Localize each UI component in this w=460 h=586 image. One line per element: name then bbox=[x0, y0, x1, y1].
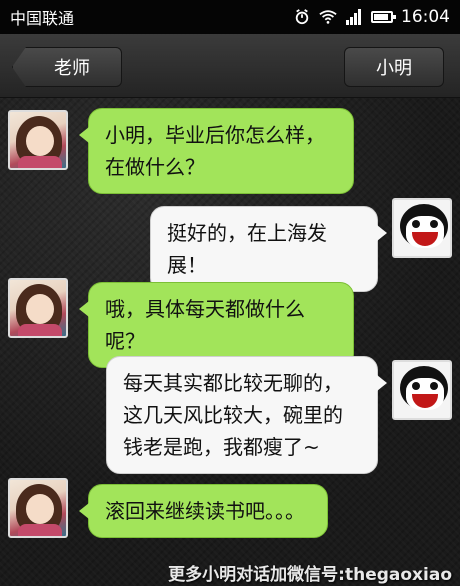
message-line: 每天其实都比较无聊的， bbox=[123, 371, 343, 395]
alarm-clock-icon bbox=[295, 9, 309, 25]
teacher-avatar[interactable] bbox=[8, 110, 68, 170]
status-bar: 中国联通 16:04 bbox=[0, 0, 460, 34]
message-line: 小明，毕业后你怎么样， bbox=[105, 123, 325, 147]
chat-area[interactable]: 小明，毕业后你怎么样， 在做什么？ 挺好的，在上海发展！ 哦，具体每天都做什么呢… bbox=[0, 98, 460, 586]
message-bubble-received[interactable]: 滚回来继续读书吧。。。 bbox=[79, 484, 328, 538]
message-line: 在做什么？ bbox=[105, 155, 205, 179]
message-bubble-sent[interactable]: 挺好的，在上海发展！ bbox=[150, 206, 387, 292]
signal-icon bbox=[346, 9, 361, 25]
message-line: 哦，具体每天都做什么呢？ bbox=[105, 297, 305, 353]
xiaoming-avatar[interactable] bbox=[392, 360, 452, 420]
message-line: 这几天风比较大，碗里的 bbox=[123, 403, 343, 427]
message-line: 挺好的，在上海发展！ bbox=[167, 221, 327, 277]
battery-icon bbox=[371, 11, 396, 23]
clock-time: 16:04 bbox=[401, 7, 450, 27]
contact-button[interactable]: 小明 bbox=[344, 47, 444, 87]
message-line: 滚回来继续读书吧。。。 bbox=[105, 499, 305, 523]
back-button[interactable]: 老师 bbox=[12, 47, 122, 87]
chat-header: 老师 小明 bbox=[0, 34, 460, 98]
watermark-text: 更多小明对话加微信号:thegaoxiao bbox=[168, 565, 452, 585]
xiaoming-avatar[interactable] bbox=[392, 198, 452, 258]
message-bubble-sent[interactable]: 每天其实都比较无聊的， 这几天风比较大，碗里的 钱老是跑，我都瘦了~ bbox=[106, 356, 387, 474]
message-line: 钱老是跑，我都瘦了~ bbox=[123, 435, 320, 459]
carrier-label: 中国联通 bbox=[10, 9, 75, 28]
wifi-icon bbox=[319, 10, 337, 24]
teacher-avatar[interactable] bbox=[8, 478, 68, 538]
teacher-avatar[interactable] bbox=[8, 278, 68, 338]
message-bubble-received[interactable]: 小明，毕业后你怎么样， 在做什么？ bbox=[79, 108, 354, 194]
